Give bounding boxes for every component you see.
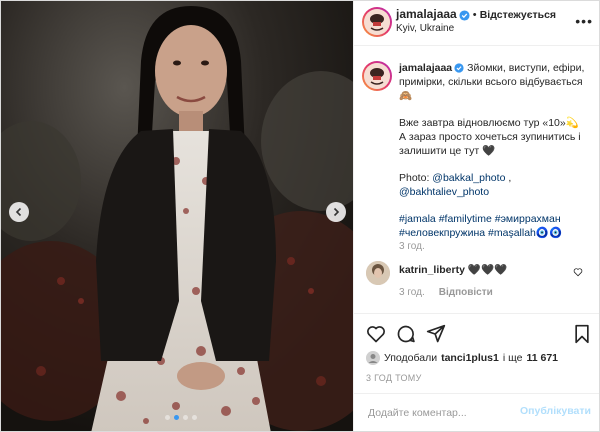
caption-username-link[interactable]: jamalajaaa (399, 62, 452, 74)
post-header: jamalajaaa • Відстежується Kyiv, Ukraine… (354, 1, 599, 46)
likes-connector: і ще (502, 352, 523, 364)
next-photo-button[interactable] (326, 202, 346, 222)
carousel-dot (183, 415, 188, 420)
caption-line-2: Вже завтра відновлюємо тур «10»💫 А зараз… (399, 117, 581, 157)
more-options-button[interactable]: ••• (575, 13, 593, 29)
photo-credit-link-1[interactable]: @bakkal_photo (432, 172, 505, 184)
avatar-image (366, 351, 380, 365)
avatar-image (364, 63, 390, 89)
hashtag-link[interactable]: #maşallah (488, 227, 536, 239)
post-photo[interactable] (1, 1, 353, 431)
carousel-dot-active (174, 415, 179, 420)
post-details-panel: jamalajaaa • Відстежується Kyiv, Ukraine… (353, 1, 599, 431)
caption-timestamp[interactable]: 3 год. (399, 241, 425, 252)
hashtag-emoji: 🧿🧿 (535, 227, 563, 239)
verified-badge-icon (454, 63, 464, 73)
header-name-row: jamalajaaa • Відстежується (396, 7, 556, 21)
avatar-image (366, 261, 390, 285)
post-actions-bar (354, 313, 599, 354)
caption-paragraph-1: jamalajaaa Зйомки, виступи, ефіри, примір… (399, 61, 587, 103)
caption-author-avatar[interactable] (362, 61, 392, 91)
instagram-post: jamalajaaa • Відстежується Kyiv, Ukraine… (0, 0, 600, 432)
commenter-avatar[interactable] (366, 261, 390, 285)
commenter-username-link[interactable]: katrin_liberty (399, 264, 465, 276)
caption-photo-credits: Photo: @bakkal_photo , @bakhtaliev_photo (399, 171, 587, 199)
carousel-indicator (165, 415, 197, 420)
hashtag-link[interactable]: #человекпружина (399, 227, 485, 239)
carousel-dot (165, 415, 170, 420)
following-button[interactable]: Відстежується (480, 9, 556, 21)
chevron-right-icon (333, 207, 340, 217)
publish-button[interactable]: Опублікувати (520, 405, 591, 417)
photo-credit-link-2[interactable]: @bakhtaliev_photo (399, 186, 489, 198)
hashtag-link[interactable]: #jamala (399, 213, 436, 225)
chevron-left-icon (15, 207, 22, 217)
reply-button[interactable]: Відповісти (439, 287, 493, 298)
comment-meta: 3 год. Відповісти (399, 287, 493, 298)
avatar-image (364, 9, 390, 35)
comment-body: 🖤🖤🖤 (467, 264, 508, 276)
add-comment-input[interactable] (366, 402, 520, 424)
comment-text-row: katrin_liberty 🖤🖤🖤 (399, 263, 507, 276)
post-timestamp[interactable]: 3 ГОД ТОМУ (366, 373, 422, 383)
header-separator: • (472, 9, 477, 21)
location-link[interactable]: Kyiv, Ukraine (396, 23, 454, 34)
comment-bubble-icon[interactable] (396, 324, 416, 344)
like-heart-icon[interactable] (366, 324, 386, 344)
comment-like-heart-icon[interactable] (573, 267, 583, 277)
liker-username-link[interactable]: tanci1plus1 (441, 352, 499, 364)
caption-text: jamalajaaa Зйомки, виступи, ефіри, примір… (399, 61, 587, 253)
likes-summary: Уподобали tanci1plus1 і ще 11 671 (366, 351, 558, 365)
comment-timestamp[interactable]: 3 год. (399, 287, 425, 298)
caption-hashtags: #jamala #familytime #эмиррахман #человекп… (399, 212, 587, 240)
verified-badge-icon (459, 10, 470, 21)
save-bookmark-icon[interactable] (573, 324, 591, 344)
previous-photo-button[interactable] (9, 202, 29, 222)
carousel-dot (192, 415, 197, 420)
photo-credit-prefix: Photo: (399, 172, 430, 184)
hashtag-link[interactable]: #familytime (439, 213, 492, 225)
add-comment-section: Опублікувати (354, 393, 599, 431)
likes-prefix: Уподобали (384, 352, 438, 364)
hashtag-link[interactable]: #эмиррахман (495, 213, 561, 225)
photo-credit-separator: , (508, 172, 512, 184)
author-avatar[interactable] (362, 7, 392, 37)
author-username-link[interactable]: jamalajaaa (396, 7, 457, 21)
photo-image (1, 1, 353, 431)
likes-count-link[interactable]: 11 671 (526, 352, 558, 364)
liker-avatar[interactable] (366, 351, 380, 365)
share-paper-plane-icon[interactable] (426, 324, 446, 344)
